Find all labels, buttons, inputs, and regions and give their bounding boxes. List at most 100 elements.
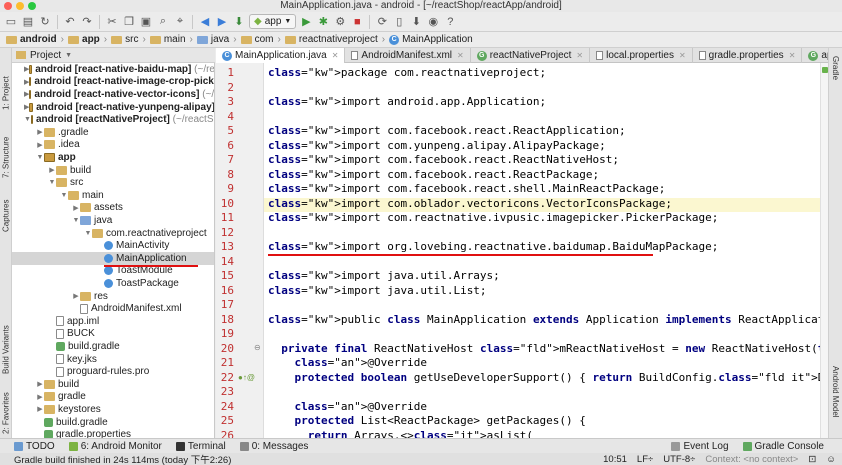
replace-icon[interactable]: ⌖ [173,15,187,29]
tree-item[interactable]: ▶ android [react-native-vector-icons] (~/… [12,88,214,101]
encoding-select[interactable]: UTF-8÷ [663,454,695,465]
collapse-arrow-icon[interactable]: ▼ [36,154,44,161]
sdk-manager-icon[interactable]: ⬇ [409,15,423,29]
collapse-arrow-icon[interactable]: ▼ [24,116,31,123]
favorites-tool-tab[interactable]: 2: Favorites [0,384,12,434]
tree-item[interactable]: ▶ keystores [12,403,214,416]
tree-item[interactable]: ▶ build [12,378,214,391]
tree-item[interactable]: ▶ .idea [12,139,214,152]
avd-manager-icon[interactable]: ▯ [392,15,406,29]
undo-icon[interactable]: ↶ [63,15,77,29]
tree-item[interactable]: build.gradle [12,416,214,429]
expand-arrow-icon[interactable]: ▶ [72,204,80,212]
android-device-monitor-icon[interactable]: ◉ [426,15,440,29]
expand-arrow-icon[interactable]: ▶ [72,292,80,300]
tree-item[interactable]: AndroidManifest.xml [12,302,214,315]
chevron-down-icon[interactable]: ▼ [65,52,72,59]
tree-item[interactable]: ▶ android [react-native-yunpeng-alipay] [12,101,214,114]
fold-icon[interactable]: ⊖ [254,343,261,352]
tree-item[interactable]: ▶ res [12,290,214,303]
tree-item[interactable]: ▶ android [react-native-image-crop-picke [12,76,214,89]
stop-icon[interactable]: ■ [350,15,364,29]
breadcrumb-item-java[interactable]: java [195,34,231,45]
tree-item[interactable]: ▶ assets [12,202,214,215]
tree-item-selected[interactable]: MainApplication [12,252,214,265]
messages-tool-button[interactable]: 0: Messages [239,441,308,452]
tree-item[interactable]: ▼ main [12,189,214,202]
android-monitor-tool-button[interactable]: 6: Android Monitor [68,441,162,452]
code-line[interactable]: class="kw">import android.app.Applicatio… [268,95,546,108]
status-message[interactable]: Gradle build finished in 24s 114ms (toda… [14,452,231,465]
tree-item[interactable]: proguard-rules.pro [12,365,214,378]
code-line[interactable]: class="kw">import com.yunpeng.alipay.Ali… [268,139,606,152]
forward-icon[interactable]: ▶ [215,15,229,29]
zoom-window-button[interactable] [28,2,36,10]
event-log-tool-button[interactable]: Event Log [671,441,729,452]
build-variants-tool-tab[interactable]: Build Variants [0,308,12,374]
line-separator-select[interactable]: LF÷ [637,454,653,465]
tree-item[interactable]: BUCK [12,328,214,341]
tree-item[interactable]: build.gradle [12,340,214,353]
back-icon[interactable]: ◀ [198,15,212,29]
tree-item[interactable]: ▶ build [12,164,214,177]
caret-position[interactable]: 10:51 [603,454,627,465]
breadcrumb-item-reactnativeproject[interactable]: reactnativeproject [283,34,380,45]
open-folder-icon[interactable]: ▭ [4,15,18,29]
code-line[interactable]: class="an">@Override [268,400,427,413]
collapse-arrow-icon[interactable]: ▼ [48,179,56,186]
collapse-arrow-icon[interactable]: ▼ [72,217,80,224]
tab-mainapplication[interactable]: C MainApplication.java ✕ [216,48,346,63]
code-line[interactable]: class="kw">import java.util.List; [268,284,487,297]
tree-item[interactable]: ▶ .gradle [12,126,214,139]
paste-icon[interactable]: ▣ [139,15,153,29]
tree-item[interactable]: key.jks [12,353,214,366]
help-icon[interactable]: ? [443,15,457,29]
redo-icon[interactable]: ↷ [80,15,94,29]
code-line[interactable]: protected boolean getUseDeveloperSupport… [268,371,829,384]
code-line[interactable]: class="kw">import com.facebook.react.Rea… [268,124,626,137]
terminal-tool-button[interactable]: Terminal [175,441,226,452]
inspector-icon[interactable]: ☺ [826,454,836,465]
tree-item[interactable]: ▼android [reactNativeProject] (~/reactSh… [12,113,214,126]
code-line[interactable]: return Arrays.<>class="it">asList( [268,429,533,439]
project-view-select[interactable]: Project [30,50,61,61]
code-editor[interactable]: 1 2 3 4 5 6 7 8 9 10 11 12 13 14 15 16 17 18 19 20 21 22 23 24 2… [216,63,828,438]
code-line[interactable]: class="kw">import com.facebook.react.she… [268,182,665,195]
find-icon[interactable]: ⌕ [156,15,170,29]
close-tab-icon[interactable]: ✕ [332,51,339,60]
tree-item[interactable]: ▶ gradle [12,391,214,404]
code-line[interactable]: class="an">@Override [268,356,427,369]
sync-icon[interactable]: ↻ [38,15,52,29]
tree-item[interactable]: ▼ com.reactnativeproject [12,227,214,240]
breadcrumb-item-src[interactable]: src [109,34,140,45]
code-line[interactable]: class="kw">import com.facebook.react.Rea… [268,168,599,181]
code-line[interactable]: class="kw">import org.lovebing.reactnati… [268,240,718,253]
close-tab-icon[interactable]: ✕ [679,51,686,60]
code-line[interactable]: class="kw">import com.reactnative.ivpusi… [268,211,718,224]
code-line[interactable]: protected List<ReactPackage> getPackages… [268,414,586,427]
tab-androidmanifest[interactable]: AndroidManifest.xml ✕ [345,48,471,63]
gradle-tool-tab[interactable]: Gradle [831,56,840,80]
override-marker-icon[interactable]: ●↑@ [238,373,255,382]
todo-tool-button[interactable]: TODO [14,441,55,452]
save-all-icon[interactable]: ▤ [21,15,35,29]
breadcrumb-item-com[interactable]: com [239,34,276,45]
tree-item[interactable]: gradle.properties [12,428,214,438]
android-model-tool-tab[interactable]: Android Model [831,366,840,418]
expand-arrow-icon[interactable]: ▶ [36,141,44,149]
close-tab-icon[interactable]: ✕ [789,51,796,60]
close-tab-icon[interactable]: ✕ [457,51,464,60]
tab-local-properties[interactable]: local.properties ✕ [590,48,693,63]
code-line[interactable]: class="kw">import java.util.Arrays; [268,269,500,282]
project-tool-tab[interactable]: 1: Project [0,54,12,110]
expand-arrow-icon[interactable]: ▶ [36,128,44,136]
expand-arrow-icon[interactable]: ▶ [48,166,56,174]
make-project-icon[interactable]: ⬇ [232,15,246,29]
breadcrumb-item-app[interactable]: app [66,34,102,45]
minimize-window-button[interactable] [16,2,24,10]
code-line[interactable]: class="kw">import com.oblador.vectoricon… [268,197,672,210]
run-icon[interactable]: ▶ [299,15,313,29]
debug-icon[interactable]: ✱ [316,15,330,29]
breadcrumb-item-main[interactable]: main [148,34,188,45]
captures-tool-tab[interactable]: Captures [0,188,12,232]
